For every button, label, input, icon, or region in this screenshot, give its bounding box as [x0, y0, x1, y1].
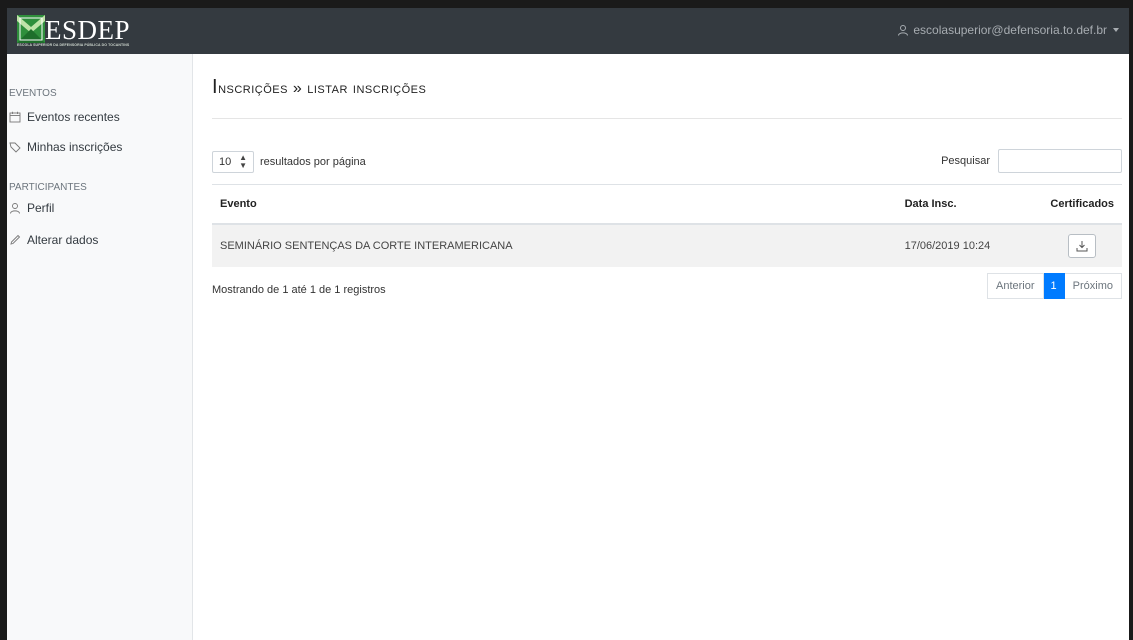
brand-logo[interactable]: ESDEP ESCOLA SUPERIOR DA DEFENSORIA PÚBL…: [17, 14, 147, 48]
download-certificate-button[interactable]: [1068, 234, 1097, 258]
sidebar-item-alterar-dados[interactable]: Alterar dados: [9, 233, 98, 247]
select-arrows-icon: ▲ ▼: [239, 153, 247, 170]
inscricoes-table: Evento Data Insc. Certificados SEMINÁRIO…: [212, 184, 1122, 267]
logo-mark-icon: [17, 15, 45, 43]
main-content: Inscrições » listar inscrições 10 ▲ ▼ res…: [212, 54, 1122, 640]
sidebar-item-label: Minhas inscrições: [27, 140, 123, 154]
calendar-icon: [9, 111, 21, 123]
chevron-down-icon: [1113, 28, 1119, 32]
page-title-rest: nscrições » listar inscrições: [218, 80, 427, 97]
page-size-value: 10: [219, 156, 232, 168]
sidebar-item-minhas-inscricoes[interactable]: Minhas inscrições: [9, 140, 122, 154]
brand-name: ESDEP: [45, 15, 131, 45]
table-row: SEMINÁRIO SENTENÇAS DA CORTE INTERAMERIC…: [212, 224, 1122, 267]
sidebar: EVENTOS Eventos recentes Minhas inscriçõ…: [7, 54, 193, 640]
sidebar-item-label: Perfil: [27, 201, 55, 215]
brand-subtitle: ESCOLA SUPERIOR DA DEFENSORIA PÚBLICA DO…: [17, 43, 130, 47]
cell-evento: SEMINÁRIO SENTENÇAS DA CORTE INTERAMERIC…: [212, 224, 897, 267]
pencil-icon: [10, 234, 21, 245]
divider: [212, 118, 1122, 119]
user-menu[interactable]: escolasuperior@defensoria.to.def.br: [897, 23, 1119, 37]
search-label: Pesquisar: [941, 155, 990, 167]
search-input[interactable]: [998, 149, 1122, 173]
user-email: escolasuperior@defensoria.to.def.br: [913, 23, 1107, 37]
table-info: Mostrando de 1 até 1 de 1 registros: [212, 284, 386, 296]
page-size-select[interactable]: 10 ▲ ▼: [212, 151, 254, 173]
column-header-evento[interactable]: Evento: [212, 184, 897, 225]
page-size-label: resultados por página: [260, 156, 366, 168]
sidebar-heading-participantes: PARTICIPANTES: [9, 182, 87, 193]
page-title: Inscrições » listar inscrições: [212, 76, 426, 99]
sidebar-heading-eventos: EVENTOS: [9, 88, 57, 99]
column-header-data[interactable]: Data Insc.: [896, 184, 1043, 225]
pagination-next[interactable]: Próximo: [1064, 273, 1122, 299]
search-control: Pesquisar: [941, 149, 1122, 173]
app-window: ESDEP ESCOLA SUPERIOR DA DEFENSORIA PÚBL…: [7, 8, 1129, 640]
sidebar-item-perfil[interactable]: Perfil: [9, 201, 54, 215]
user-icon: [10, 203, 20, 214]
sidebar-item-label: Alterar dados: [27, 233, 99, 247]
cell-data: 17/06/2019 10:24: [896, 224, 1043, 267]
table-header-row: Evento Data Insc. Certificados: [212, 184, 1122, 225]
pagination-previous[interactable]: Anterior: [987, 273, 1044, 299]
user-icon: [898, 25, 909, 36]
sidebar-item-label: Eventos recentes: [27, 110, 120, 124]
pagination-page-1[interactable]: 1: [1043, 273, 1065, 299]
column-header-certificados[interactable]: Certificados: [1042, 184, 1122, 225]
top-navbar: ESDEP ESCOLA SUPERIOR DA DEFENSORIA PÚBL…: [7, 8, 1129, 54]
download-icon: [1076, 241, 1088, 252]
tag-icon: [9, 142, 21, 153]
cell-certificados: [1042, 224, 1122, 267]
sidebar-item-eventos-recentes[interactable]: Eventos recentes: [9, 110, 120, 124]
page-size-control: 10 ▲ ▼ resultados por página: [212, 151, 366, 173]
pagination: Anterior 1 Próximo: [987, 273, 1122, 299]
